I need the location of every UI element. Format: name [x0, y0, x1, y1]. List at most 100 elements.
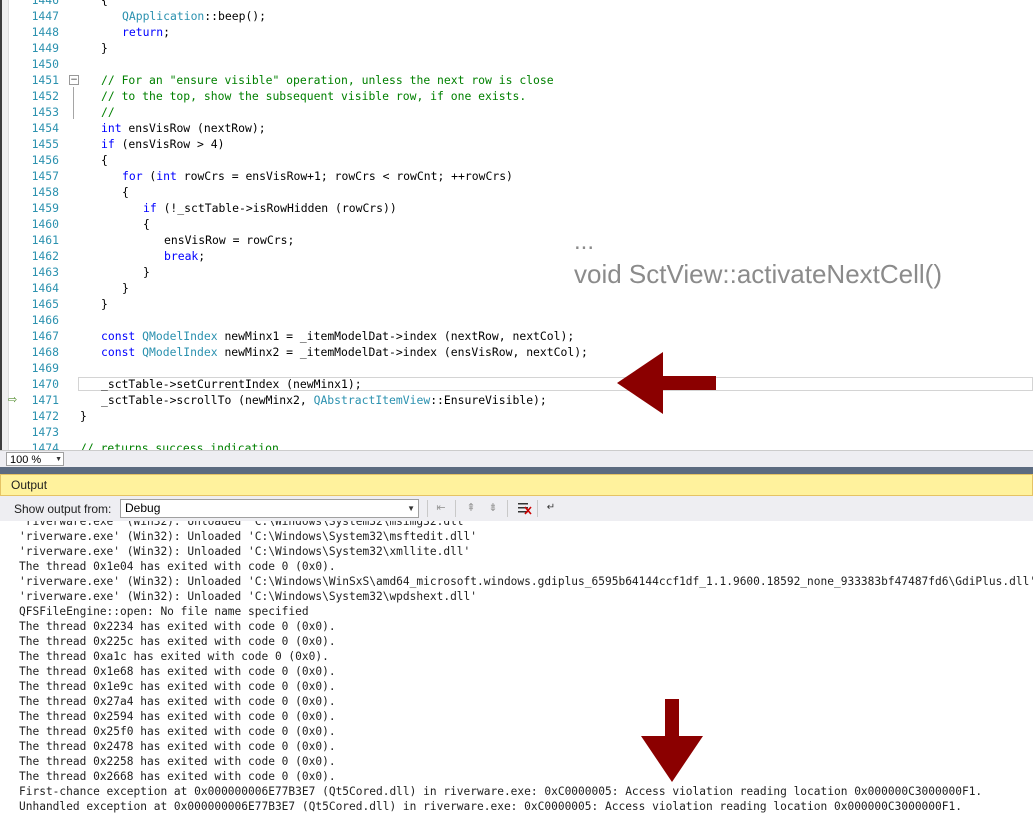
code-line[interactable]: 1459 if (!_sctTable->isRowHidden (rowCrs)… — [0, 200, 1033, 216]
code-text: return; — [122, 24, 170, 40]
code-line[interactable]: 1447 QApplication::beep(); — [0, 8, 1033, 24]
line-number: 1446 — [31, 0, 59, 7]
code-token: ensVisRow (nextRow); — [121, 121, 266, 135]
zoom-level-value: 100 % — [10, 454, 42, 466]
annotation-ellipsis: ... — [574, 228, 595, 255]
code-text: { — [143, 216, 150, 232]
code-line[interactable]: 1460 { — [0, 216, 1033, 232]
output-source-value: Debug — [125, 501, 161, 515]
code-line[interactable]: 1454 int ensVisRow (nextRow); — [0, 120, 1033, 136]
code-text: // returns success indication — [80, 440, 279, 450]
output-source-dropdown[interactable]: Debug ▼ — [120, 499, 419, 518]
down-arrow-annotation — [641, 699, 703, 782]
output-pane-title: Output — [0, 474, 1033, 496]
code-line[interactable]: 1455 if (ensVisRow > 4) — [0, 136, 1033, 152]
code-line[interactable]: 1472} — [0, 408, 1033, 424]
zoom-level-dropdown[interactable]: 100 % ▼ — [6, 452, 64, 466]
output-text-area[interactable]: 'riverware.exe' (Win32): Unloaded 'C:\Wi… — [0, 521, 1033, 833]
line-number: 1461 — [31, 233, 59, 247]
output-line: The thread 0x2668 has exited with code 0… — [19, 770, 336, 783]
keyword-token: const — [101, 345, 136, 359]
next-message-icon[interactable]: ⇟ — [485, 500, 501, 516]
code-text: // — [101, 104, 115, 120]
code-token: rowCrs = ensVisRow+1; rowCrs < rowCnt; +… — [176, 169, 513, 183]
collapse-region-icon[interactable]: − — [69, 75, 79, 85]
keyword-token: int — [156, 169, 177, 183]
code-token: { — [122, 185, 129, 199]
output-line: The thread 0x2478 has exited with code 0… — [19, 740, 336, 753]
down-arrow-shape — [641, 699, 703, 782]
output-line: 'riverware.exe' (Win32): Unloaded 'C:\Wi… — [19, 530, 478, 543]
code-text: } — [80, 408, 87, 424]
code-line[interactable]: 1456 { — [0, 152, 1033, 168]
toolbar-separator — [455, 500, 456, 517]
line-number: 1472 — [31, 409, 59, 423]
code-token: newMinx2 = _itemModelDat->index (ensVisR… — [217, 345, 588, 359]
code-token: } — [122, 281, 129, 295]
code-token: _sctTable->setCurrentIndex (newMinx1); — [101, 377, 362, 391]
code-line[interactable]: 1457 for (int rowCrs = ensVisRow+1; rowCr… — [0, 168, 1033, 184]
code-line[interactable]: 1473 — [0, 424, 1033, 440]
code-token: { — [101, 153, 108, 167]
code-line[interactable]: 1471 ⇨ _sctTable->scrollTo (newMinx2, QAbs… — [0, 392, 1033, 408]
line-number: 1466 — [31, 313, 59, 327]
code-line[interactable]: 1449} — [0, 40, 1033, 56]
output-line: 'riverware.exe' (Win32): Unloaded 'C:\Wi… — [19, 545, 471, 558]
code-token: (!_sctTable->isRowHidden (rowCrs)) — [156, 201, 397, 215]
fold-guide-line — [73, 87, 74, 119]
code-line[interactable]: 1465} — [0, 296, 1033, 312]
line-number: 1457 — [31, 169, 59, 183]
line-number: 1447 — [31, 9, 59, 23]
code-text: QApplication::beep(); — [122, 8, 266, 24]
code-token: ; — [198, 249, 206, 263]
code-line[interactable]: 1468 const QModelIndex newMinx2 = _itemMo… — [0, 344, 1033, 360]
code-text: // to the top, show the subsequent visib… — [101, 88, 526, 104]
code-text: int ensVisRow (nextRow); — [101, 120, 266, 136]
code-line[interactable]: 1450 — [0, 56, 1033, 72]
code-line[interactable]: 1467 const QModelIndex newMinx1 = _itemMo… — [0, 328, 1033, 344]
code-text: { — [122, 184, 129, 200]
find-message-icon[interactable]: ⇤ — [433, 500, 449, 516]
code-line[interactable]: 1474 // returns success indication — [0, 440, 1033, 450]
line-number: 1448 — [31, 25, 59, 39]
code-token: ensVisRow = rowCrs; — [164, 233, 295, 247]
toolbar-separator — [427, 500, 428, 517]
output-line: First-chance exception at 0x000000006E77… — [19, 785, 983, 798]
code-line[interactable]: 1453 // — [0, 104, 1033, 120]
line-number: 1452 — [31, 89, 59, 103]
line-number: 1460 — [31, 217, 59, 231]
code-line[interactable]: 1448 return; — [0, 24, 1033, 40]
output-line: 'riverware.exe' (Win32): Unloaded 'C:\Wi… — [19, 521, 471, 528]
toggle-word-wrap-icon[interactable]: ↵ — [543, 500, 559, 516]
pane-splitter[interactable] — [0, 467, 1033, 474]
code-token: ( — [142, 169, 157, 183]
line-number: 1473 — [31, 425, 59, 439]
output-line: The thread 0x1e9c has exited with code 0… — [19, 680, 336, 693]
code-line[interactable]: 1469 — [0, 360, 1033, 376]
output-line: The thread 0x225c has exited with code 0… — [19, 635, 336, 648]
code-text: const QModelIndex newMinx2 = _itemModelD… — [101, 344, 588, 360]
code-editor[interactable]: 1446{1447 QApplication::beep(); 1448 return… — [0, 0, 1033, 450]
comment-token: // For an "ensure visible" operation, un… — [101, 73, 554, 87]
clear-all-icon[interactable] — [516, 500, 532, 516]
code-line[interactable]: 1466 — [0, 312, 1033, 328]
type-token: QModelIndex — [142, 329, 218, 343]
code-line[interactable]: 1458 { — [0, 184, 1033, 200]
toolbar-separator — [507, 500, 508, 517]
code-token: } — [143, 265, 150, 279]
code-line[interactable]: 1461 ensVisRow = rowCrs; — [0, 232, 1033, 248]
code-line[interactable]: 1451− // For an "ensure visible" operatio… — [0, 72, 1033, 88]
line-number: 1459 — [31, 201, 59, 215]
line-number: 1464 — [31, 281, 59, 295]
previous-message-icon[interactable]: ⇞ — [463, 500, 479, 516]
code-line[interactable]: 1452 // to the top, show the subsequent v… — [0, 88, 1033, 104]
keyword-token: if — [143, 201, 157, 215]
editor-status-bar: 100 % ▼ — [0, 450, 1033, 468]
line-number: 1454 — [31, 121, 59, 135]
code-line[interactable]: 1446 { — [0, 0, 1033, 8]
code-text: _sctTable->setCurrentIndex (newMinx1); — [101, 376, 362, 392]
output-line: The thread 0x1e68 has exited with code 0… — [19, 665, 336, 678]
code-line[interactable]: 1470 _sctTable->setCurrentIndex (newMinx1… — [0, 376, 1033, 392]
code-text: _sctTable->scrollTo (newMinx2, QAbstract… — [101, 392, 547, 408]
code-text: ensVisRow = rowCrs; — [164, 232, 294, 248]
